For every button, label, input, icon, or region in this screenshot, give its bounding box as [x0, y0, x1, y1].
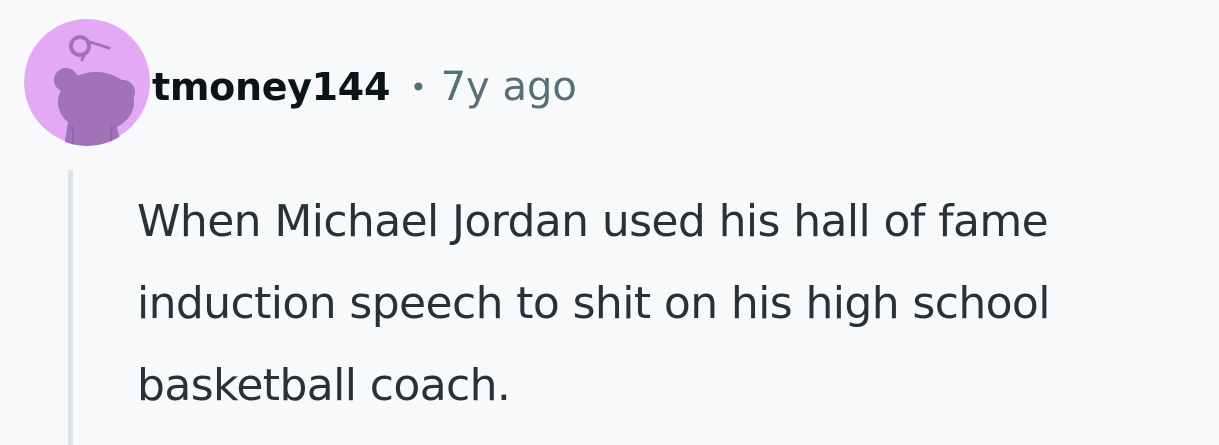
- user-avatar[interactable]: [24, 18, 150, 146]
- comment: tmoney144 • 7y ago When Michael Jordan u…: [0, 0, 1219, 445]
- comment-header: tmoney144 • 7y ago: [152, 62, 577, 112]
- comment-body: When Michael Jordan used his hall of fam…: [137, 196, 1050, 411]
- author-username[interactable]: tmoney144: [152, 65, 390, 109]
- comment-timestamp[interactable]: 7y ago: [441, 64, 577, 110]
- separator-dot: •: [410, 70, 427, 104]
- snoo-avatar-icon: [24, 19, 150, 146]
- thread-line[interactable]: [68, 170, 73, 445]
